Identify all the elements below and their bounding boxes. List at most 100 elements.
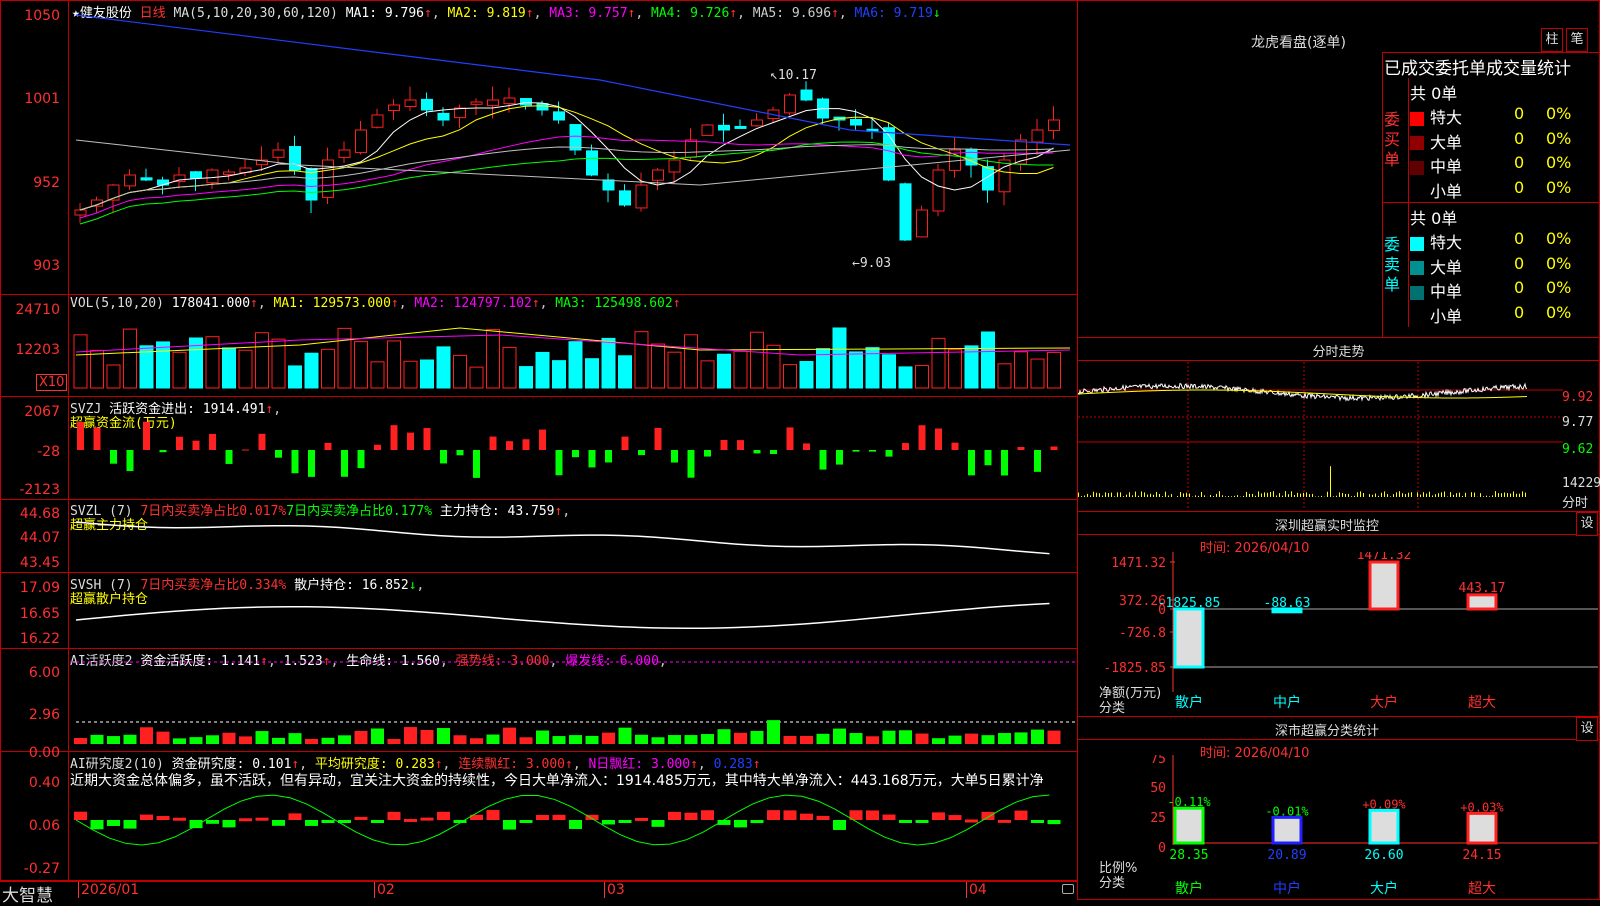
intraday-vol <box>1159 494 1160 497</box>
row-count: 0 <box>1514 153 1524 172</box>
research-bar <box>404 819 417 822</box>
intraday-vol <box>1171 494 1172 497</box>
classify-axis-label: 0 <box>1158 841 1166 856</box>
flow-bar <box>671 450 678 463</box>
volume-bar <box>305 353 318 388</box>
candle-body <box>1049 120 1060 130</box>
intraday-vol <box>1138 496 1139 497</box>
volume-bar <box>949 350 962 388</box>
intraday-vol <box>1516 494 1517 497</box>
classify-title: 深市超赢分类统计 <box>1077 720 1577 739</box>
flow-bar <box>803 443 810 450</box>
candle-body <box>554 112 565 120</box>
candle-body <box>983 167 994 190</box>
research-bar <box>190 820 203 828</box>
volume-bar <box>850 352 863 388</box>
intraday-vol <box>1231 496 1232 497</box>
activity-bar <box>1048 731 1061 744</box>
activity-bar <box>866 736 879 744</box>
row-count: 0 <box>1514 178 1524 197</box>
activity-bar <box>883 731 896 744</box>
classify-settings-button[interactable]: 设 <box>1576 717 1598 741</box>
research-bar <box>553 815 566 820</box>
intraday-title: 分时走势 <box>1077 341 1600 360</box>
volume-bar <box>932 338 945 388</box>
research-bar <box>322 820 335 823</box>
row-count: 0 <box>1514 129 1524 148</box>
swatch <box>1410 310 1424 324</box>
volume-bar <box>998 364 1011 388</box>
activity-bar <box>949 736 962 744</box>
research-bar <box>355 817 368 820</box>
activity-bar <box>256 731 269 744</box>
flow-bar <box>589 450 596 467</box>
kline-chart-canvas[interactable] <box>0 0 1078 881</box>
monitor-settings-button[interactable]: 设 <box>1576 512 1598 536</box>
volume-bar <box>239 350 252 388</box>
lock-icon[interactable] <box>1062 884 1074 894</box>
candle-body <box>356 130 367 153</box>
intraday-vol <box>1297 493 1298 497</box>
volume-bar <box>635 332 648 388</box>
activity-bar <box>272 738 285 744</box>
research-bar <box>701 810 714 820</box>
flow-bar <box>94 428 101 450</box>
flow-bar <box>605 450 612 462</box>
intraday-vol <box>1495 491 1496 497</box>
row-name: 大单 <box>1430 258 1462 277</box>
intraday-vol <box>1345 494 1346 497</box>
candle-body <box>570 125 581 150</box>
intraday-vol <box>1408 493 1409 497</box>
intraday-vol <box>1267 493 1268 497</box>
intraday-vol <box>1441 492 1442 497</box>
activity-bar <box>91 735 104 744</box>
intraday-vol <box>1381 493 1382 497</box>
intraday-vol <box>1249 494 1250 497</box>
activity-bar <box>850 733 863 744</box>
classify-category-label: 大户 <box>1370 880 1398 897</box>
swatch <box>1410 237 1424 251</box>
row-name: 中单 <box>1430 157 1462 176</box>
flow-bar <box>292 450 299 473</box>
research-bar <box>998 820 1011 823</box>
brand-logo[interactable]: 大智慧 <box>2 881 53 906</box>
candle-body <box>702 125 713 135</box>
research-bar <box>734 820 747 827</box>
intraday-vol <box>1225 496 1226 497</box>
intraday-vol <box>1183 493 1184 497</box>
row-pct: 0% <box>1546 153 1571 172</box>
monitor-value-label: -88.63 <box>1264 596 1311 611</box>
flow-bar <box>721 440 728 450</box>
candle-body <box>917 210 928 237</box>
activity-bar <box>899 730 912 744</box>
candle-body <box>735 126 746 128</box>
activity-bar <box>965 734 978 744</box>
activity-bar <box>157 732 170 744</box>
candle-body <box>339 150 350 157</box>
research-bar <box>784 810 797 820</box>
classify-value-label: 20.89 <box>1267 848 1306 863</box>
flow-bar <box>341 450 348 477</box>
classify-chart: 7550250-0.11%28.35散户-0.01%20.89中户+0.09%2… <box>1078 755 1600 900</box>
activity-bar <box>800 736 813 744</box>
flow-bar <box>853 450 860 452</box>
intraday-vol <box>1462 496 1463 497</box>
intraday-vol <box>1357 492 1358 497</box>
research-bar <box>272 820 285 826</box>
row-pct: 0% <box>1546 254 1571 273</box>
flow-bar <box>935 428 942 450</box>
intraday-vol <box>1513 491 1514 497</box>
tick-mode-button[interactable]: 笔 <box>1566 28 1588 52</box>
volume-bar <box>388 341 401 388</box>
volume-bar <box>751 332 764 388</box>
intraday-vol <box>1102 496 1103 497</box>
volume-bar <box>602 338 615 388</box>
intraday-vol <box>1243 496 1244 497</box>
intraday-vol <box>1339 492 1340 497</box>
intraday-chart[interactable] <box>1078 362 1563 510</box>
monitor-category-label: 中户 <box>1273 694 1301 711</box>
candle-body <box>719 125 730 130</box>
candle-body <box>603 180 614 190</box>
activity-bar <box>124 735 137 744</box>
bar-mode-button[interactable]: 柱 <box>1541 28 1563 52</box>
